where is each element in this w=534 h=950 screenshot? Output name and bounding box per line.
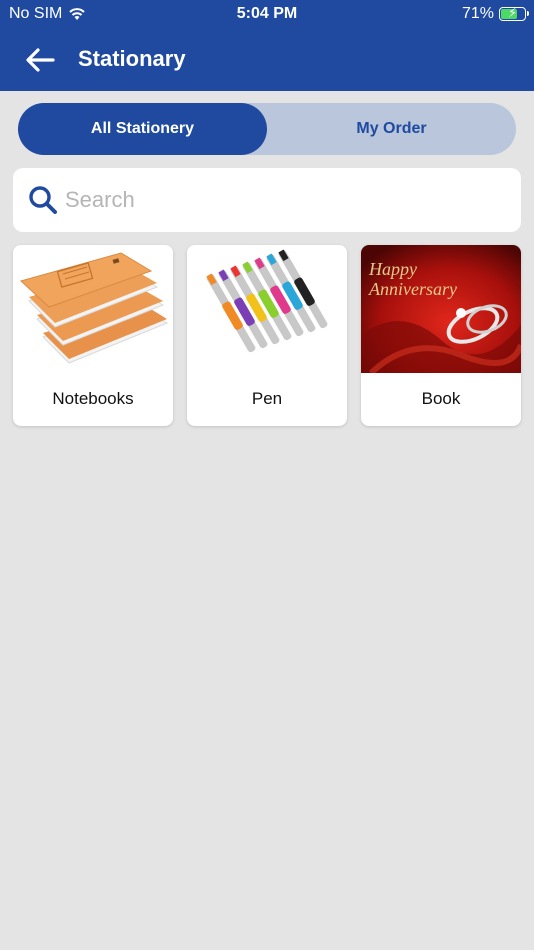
book-image-text-happy: Happy — [368, 259, 417, 279]
app-header: No SIM 5:04 PM 71% ⚡ Stationary — [0, 0, 534, 91]
colored-pens-image — [187, 245, 347, 373]
status-time: 5:04 PM — [236, 5, 298, 22]
tab-my-order[interactable]: My Order — [267, 103, 516, 155]
anniversary-rings-image: Happy Anniversary — [361, 245, 521, 373]
arrow-left-icon — [26, 48, 55, 72]
tab-label: All Stationery — [90, 120, 195, 137]
battery-charging-icon: ⚡ — [499, 5, 529, 21]
status-bar: No SIM 5:04 PM 71% ⚡ — [0, 0, 534, 28]
status-right: 71% ⚡ — [461, 5, 529, 23]
category-label: Pen — [251, 389, 283, 408]
nav-bar: Stationary — [0, 40, 534, 80]
search-icon — [29, 186, 57, 214]
category-card-notebooks[interactable]: Notebooks — [13, 245, 173, 426]
book-image-text-anniversary: Anniversary — [368, 279, 457, 299]
category-label: Book — [421, 389, 461, 408]
search-input[interactable] — [65, 178, 505, 222]
tab-label: My Order — [356, 120, 427, 137]
category-label: Notebooks — [52, 389, 134, 408]
search-bar — [13, 168, 521, 232]
page-title: Stationary — [78, 46, 186, 71]
charging-bolt-icon: ⚡ — [508, 5, 518, 20]
tab-all-stationery[interactable]: All Stationery — [18, 103, 267, 155]
segmented-control: All Stationery My Order — [18, 103, 516, 155]
category-card-pen[interactable]: Pen — [187, 245, 347, 426]
battery-percent: 71% — [461, 5, 494, 22]
notebooks-stack-image — [13, 245, 173, 373]
back-button[interactable] — [24, 44, 56, 76]
category-card-book[interactable]: Happy Anniversary Book — [361, 245, 521, 426]
